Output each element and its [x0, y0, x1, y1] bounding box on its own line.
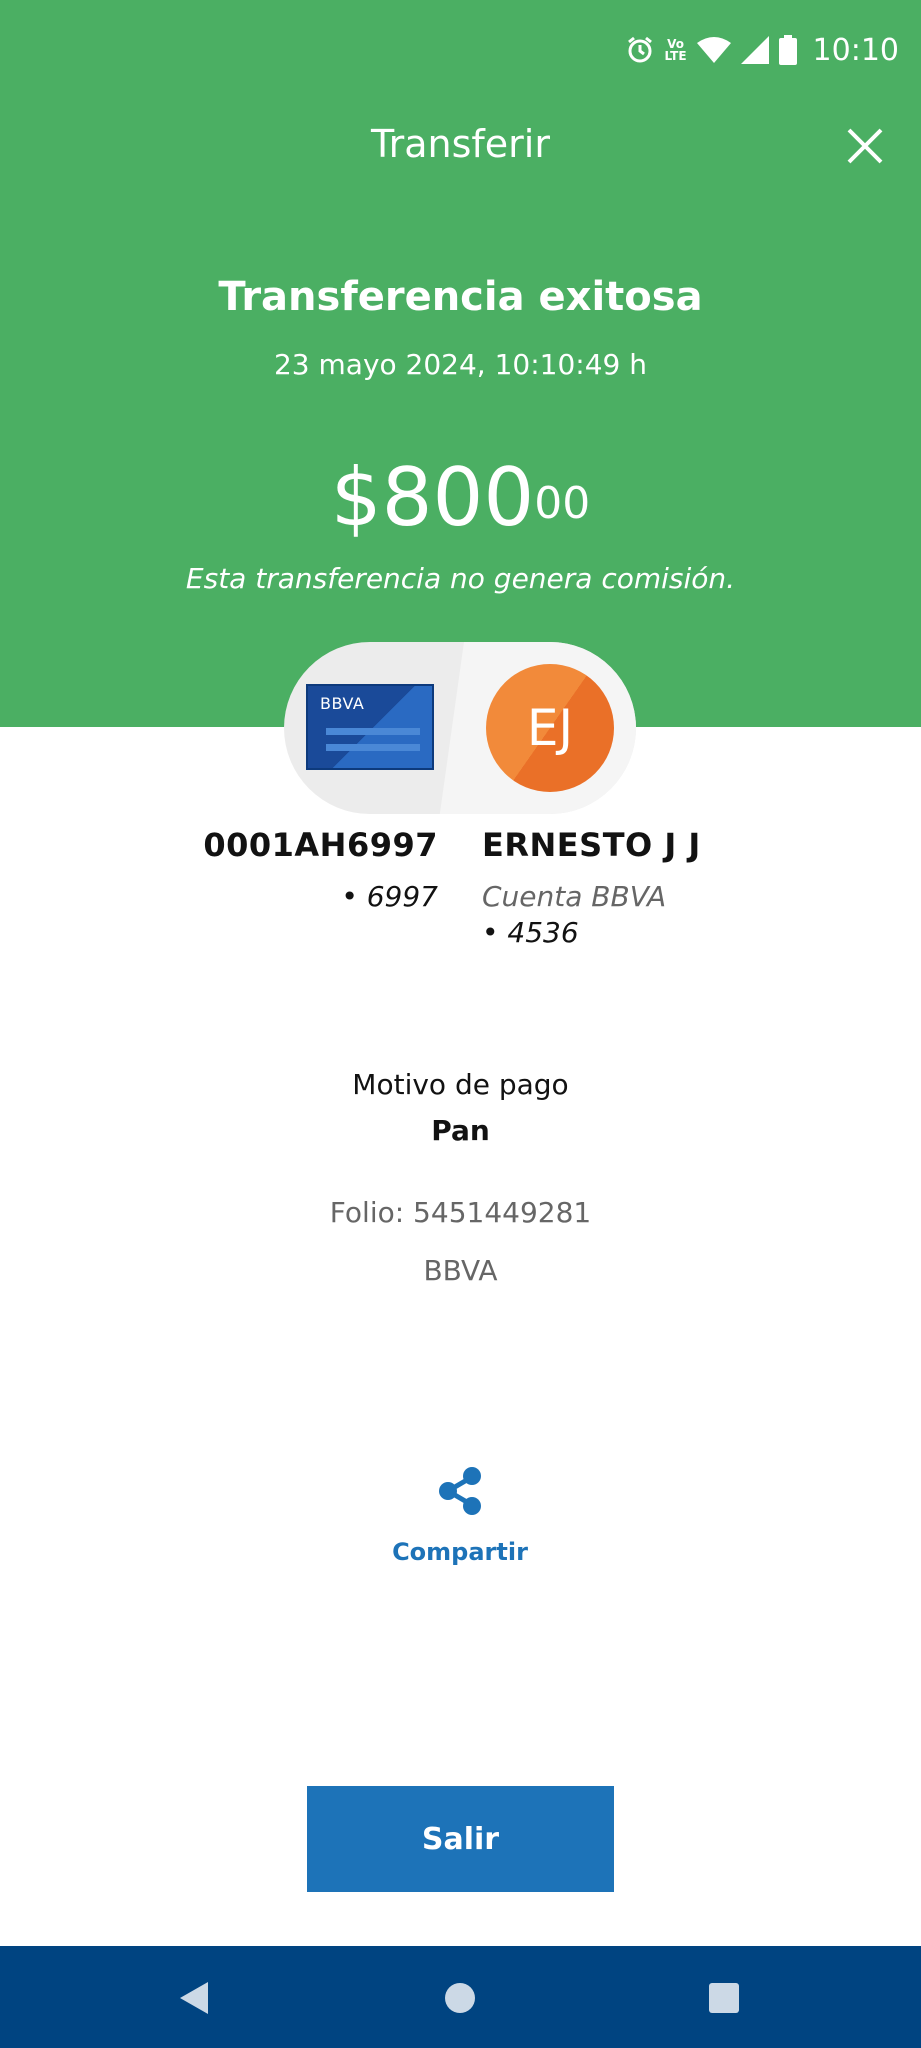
navigation-bar	[0, 1946, 921, 2048]
recipient-last-digits: • 4536	[482, 916, 579, 949]
close-button[interactable]	[845, 126, 885, 166]
status-time: 10:10	[812, 32, 899, 68]
share-button[interactable]: Compartir	[360, 1466, 560, 1586]
transfer-datetime: 23 mayo 2024, 10:10:49 h	[273, 348, 648, 381]
close-icon	[845, 128, 885, 170]
origin-card-icon: BBVA	[306, 684, 434, 770]
transfer-amount: $80000	[0, 448, 921, 548]
commission-note: Esta transferencia no genera comisión.	[185, 562, 736, 595]
payment-reason-label: Motivo de pago	[352, 1068, 569, 1101]
share-label: Compartir	[392, 1538, 528, 1566]
recipient-avatar: EJ	[486, 664, 614, 792]
share-icon	[360, 1466, 560, 1516]
recipient-account-type: Cuenta BBVA	[482, 880, 667, 913]
volte-icon: Vo LTE	[664, 37, 687, 63]
wifi-icon	[696, 37, 731, 63]
origin-account: 0001AH6997	[203, 826, 438, 864]
status-bar: Vo LTE 10:10	[626, 28, 899, 72]
recents-icon	[694, 1968, 754, 2028]
home-button[interactable]	[430, 1968, 490, 2028]
transfer-pill: BBVA EJ	[284, 642, 636, 814]
back-button[interactable]	[166, 1968, 226, 2028]
signal-icon	[740, 36, 769, 64]
success-title: Transferencia exitosa	[218, 274, 703, 320]
exit-button[interactable]: Salir	[307, 1786, 614, 1892]
alarm-icon	[626, 36, 654, 64]
card-brand: BBVA	[320, 694, 365, 713]
amount-cents: 00	[534, 478, 591, 529]
recents-button[interactable]	[694, 1968, 754, 2028]
back-icon	[166, 1968, 226, 2028]
amount-main: $800	[330, 451, 535, 544]
recipient-name: ERNESTO J J	[482, 826, 701, 864]
home-icon	[430, 1968, 490, 2028]
page-title: Transferir	[371, 122, 550, 166]
folio-number: Folio: 5451449281	[329, 1196, 592, 1229]
payment-reason-value: Pan	[431, 1114, 490, 1147]
battery-icon	[778, 35, 797, 65]
origin-last-digits: • 6997	[341, 880, 438, 913]
bank-name: BBVA	[423, 1254, 498, 1287]
